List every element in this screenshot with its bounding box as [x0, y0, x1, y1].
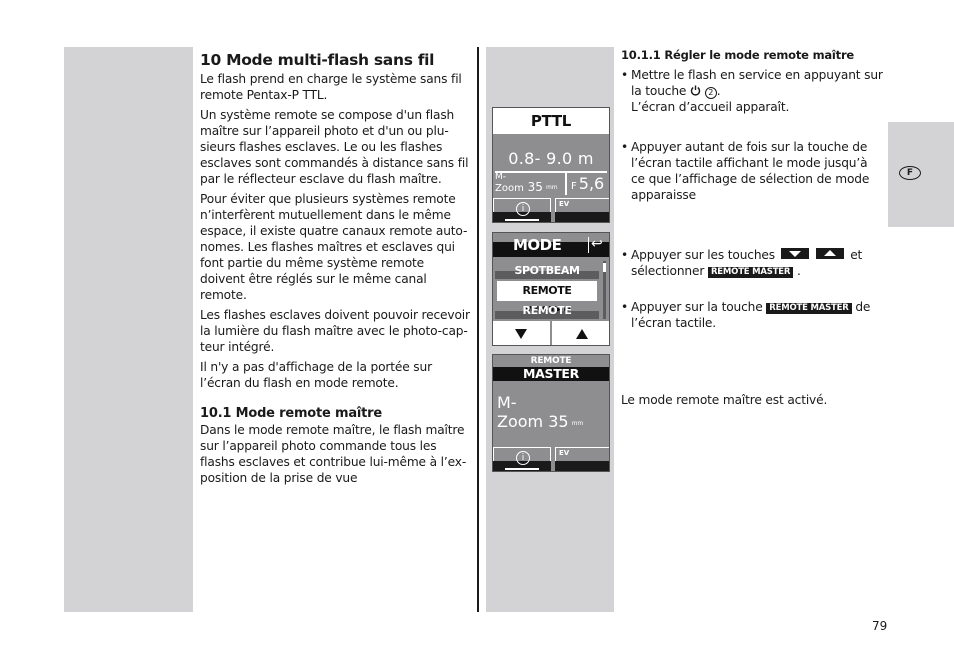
subsection-title: 10.1.1 Régler le mode remote maître [621, 48, 855, 62]
step-text: . [716, 84, 721, 98]
page-number: 79 [872, 619, 888, 633]
arrow-up-icon [824, 250, 837, 256]
remote-master-key: REMOTE MASTER [707, 267, 794, 278]
zoom-value: 35 [527, 180, 543, 194]
aperture-readout[interactable]: F 5,6 [571, 174, 604, 197]
step-1: Mettre le flash en service en appuyant s… [621, 67, 883, 115]
step-text: Appuyer sur les touches [631, 248, 775, 262]
info-icon: i [516, 451, 530, 465]
divider [565, 171, 567, 195]
step-3: Appuyer sur les touches et sélectionner … [621, 247, 883, 279]
flash-range-readout: 0.8- 9.0 m [508, 149, 594, 168]
step-result: L’écran d’accueil apparaît. [631, 100, 790, 114]
active-indicator [505, 468, 539, 470]
arrow-down-icon[interactable] [515, 329, 527, 339]
step-text: et [850, 248, 863, 262]
scrollbar-thumb[interactable] [603, 263, 606, 272]
down-key-icon [780, 248, 809, 259]
zoom-mode-label: M- [497, 393, 517, 412]
ev-button[interactable]: EV [555, 447, 609, 471]
paragraph: Pour éviter que plusieurs systèmes remot… [200, 192, 468, 302]
active-indicator [505, 219, 539, 221]
button-shade [555, 212, 609, 222]
mode-title: MODE [513, 236, 562, 254]
info-icon: i [516, 202, 530, 216]
remote-master-screen: REMOTE MASTER M- Zoom 35 mm i EV [492, 354, 610, 472]
mode-option-spotbeam[interactable]: SPOTBEAM [493, 261, 601, 281]
ev-button[interactable]: EV [555, 198, 609, 222]
flash-mode-label[interactable]: PTTL [493, 108, 609, 134]
ev-label: EV [559, 200, 570, 208]
left-text-column: 10 Mode multi-flash sans fil Le flash pr… [200, 50, 472, 490]
paragraph: Il n'y a pas d'affichage de la portée su… [200, 360, 432, 390]
zoom-unit: mm [545, 184, 558, 191]
screen-button-bar: i EV [493, 198, 609, 222]
zoom-unit: mm [571, 420, 584, 427]
paragraph: Un système remote se compose d'un flash … [200, 108, 469, 186]
step-text: . [797, 264, 801, 278]
zoom-readout[interactable]: Zoom 35 mm [497, 412, 584, 432]
aperture-value: 5,6 [578, 174, 605, 193]
step-text: Appuyer sur la touche [631, 300, 763, 314]
divider [588, 237, 589, 253]
language-badge: F [899, 166, 921, 180]
button-shade [555, 461, 609, 471]
divider [495, 171, 607, 173]
up-key-icon [816, 248, 845, 259]
option-label: SPOTBEAM [514, 264, 580, 277]
language-side-tab [888, 122, 954, 227]
section-title: 10.1 Mode remote maître [200, 406, 382, 421]
power-icon [690, 84, 701, 96]
mode-header: MODE ↩ [493, 233, 609, 257]
zoom-prefix: Zoom [495, 183, 524, 194]
column-divider [477, 47, 479, 612]
info-button[interactable]: i [493, 447, 551, 471]
aperture-label: F [571, 181, 577, 192]
arrow-down-icon [788, 251, 801, 257]
screen-button-bar: i EV [493, 447, 609, 471]
zoom-prefix: Zoom [497, 412, 544, 431]
step-2: Appuyer autant de fois sur la touche de … [621, 139, 883, 203]
mode-option-remote-master[interactable]: REMOTE MASTER [497, 281, 597, 317]
arrow-up-icon[interactable] [576, 329, 588, 339]
mode-list: SPOTBEAM REMOTE MASTER REMOTE CONTROL [493, 261, 601, 337]
divider [550, 321, 552, 345]
remote-master-header[interactable]: REMOTE MASTER [493, 355, 609, 381]
mode-select-screen: MODE ↩ SPOTBEAM REMOTE MASTER REMOTE CON… [492, 232, 610, 346]
remote-master-key: REMOTE MASTER [766, 303, 852, 314]
mode-nav-bar [493, 321, 609, 345]
section-paragraph: Dans le mode remote maître, le flash maî… [200, 423, 467, 485]
zoom-value: 35 [548, 412, 569, 431]
step-text: sélectionner [631, 264, 705, 278]
key-number-badge: 2 [704, 87, 717, 99]
left-margin-band [64, 47, 193, 612]
paragraph: Le flash prend en charge le système sans… [200, 72, 462, 102]
mode-list-scrollbar[interactable] [603, 261, 606, 319]
header-master-label: MASTER [522, 366, 579, 381]
back-icon[interactable]: ↩ [591, 235, 603, 253]
step-text: Mettre le flash en service en appuyant s… [631, 68, 883, 98]
info-button[interactable]: i [493, 198, 551, 222]
chapter-title: 10 Mode multi-flash sans fil [200, 51, 435, 69]
step-4: Appuyer sur la touche REMOTE MASTER de l… [621, 299, 883, 331]
right-text-column: 10.1.1 Régler le mode remote maître Mett… [621, 47, 883, 407]
ev-label: EV [559, 449, 570, 457]
flash-home-screen: PTTL 0.8- 9.0 m M- Zoom 35 mm F 5,6 i EV [492, 107, 610, 223]
paragraph: Les flashes esclaves doivent pouvoir rec… [200, 308, 470, 354]
mode-option-remote-control[interactable]: REMOTE CONTROL [493, 301, 601, 337]
result-text: Le mode remote maître est activé. [621, 393, 828, 407]
zoom-readout[interactable]: Zoom 35 mm [495, 180, 558, 196]
